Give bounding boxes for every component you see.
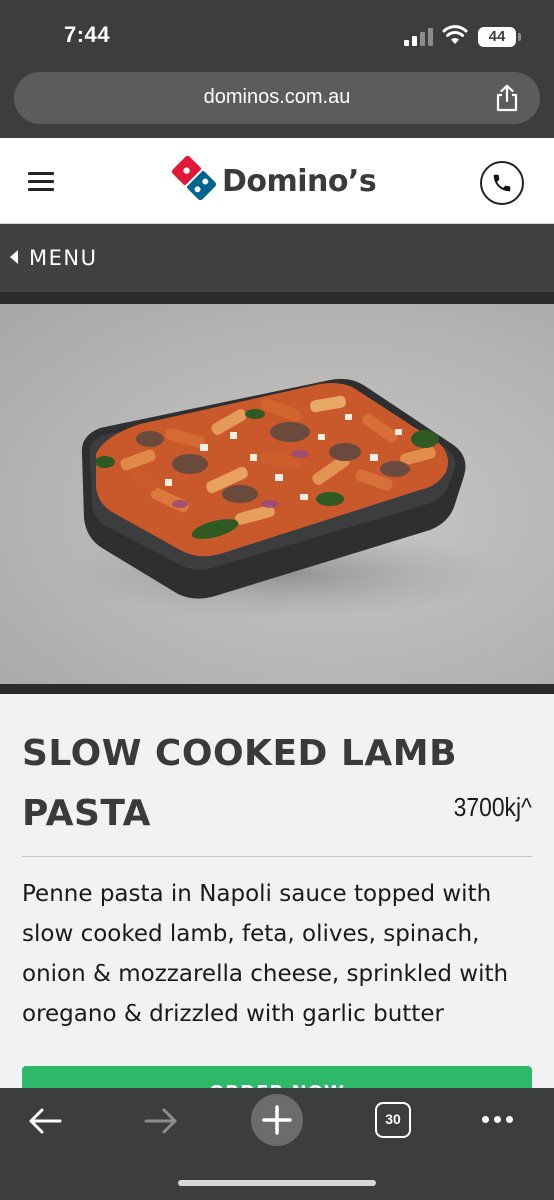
home-indicator (178, 1180, 376, 1186)
status-bar: 7:44 44 (0, 0, 554, 70)
tab-count-button[interactable]: 30 (375, 1102, 411, 1138)
phone-icon (493, 174, 511, 192)
share-icon[interactable] (494, 84, 520, 112)
url-text[interactable]: dominos.com.au (14, 86, 540, 109)
status-time: 7:44 (64, 22, 111, 47)
divider-strip (0, 292, 554, 304)
menu-back-label[interactable]: MENU (29, 246, 97, 270)
product-description: Penne pasta in Napoli sauce topped with … (22, 881, 509, 1027)
product-details: SLOW COOKED LAMB PASTA 3700kj^ Penne pas… (0, 694, 554, 1126)
address-bar[interactable]: dominos.com.au (14, 72, 540, 124)
energy-value: 3700kj^ (453, 792, 532, 822)
browser-toolbar: 30 (0, 1088, 554, 1200)
battery-indicator: 44 (478, 27, 521, 47)
site-header: Domino’s (0, 138, 554, 224)
hamburger-icon[interactable] (28, 172, 54, 192)
caret-left-icon (10, 250, 18, 264)
arrow-right-icon[interactable] (144, 1106, 178, 1136)
new-tab-button[interactable] (251, 1094, 303, 1146)
signal-icon (404, 28, 434, 46)
menu-back-bar[interactable]: MENU (0, 224, 554, 292)
plus-icon (262, 1105, 292, 1135)
domino-tile-icon (171, 155, 217, 201)
product-image (0, 304, 554, 684)
browser-address-area: dominos.com.au (0, 70, 554, 138)
wifi-icon (442, 25, 468, 44)
brand-name: Domino’s (222, 164, 377, 199)
dominos-logo[interactable]: Domino’s (170, 154, 390, 204)
more-icon[interactable] (480, 1116, 516, 1124)
phone-button[interactable] (480, 161, 524, 205)
arrow-left-icon[interactable] (28, 1106, 62, 1136)
product-title: SLOW COOKED LAMB PASTA (22, 733, 458, 834)
divider-strip (0, 684, 554, 694)
divider (22, 856, 532, 857)
